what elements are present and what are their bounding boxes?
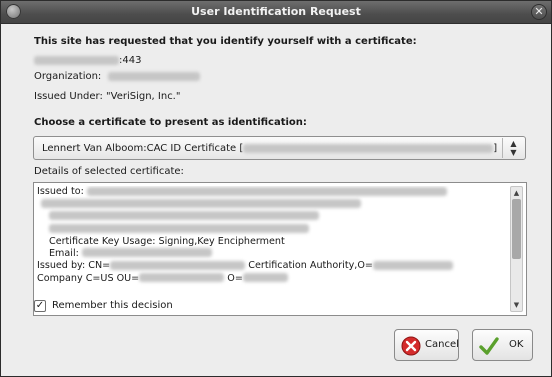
dialog-content: This site has requested that you identif… <box>1 24 551 376</box>
certificate-details-text: Issued to: Certificate Key Usage: Signin… <box>37 186 507 312</box>
certificate-name: Lennert Van Alboom:CAC ID Certificate [ <box>42 143 244 154</box>
checkmark-icon <box>479 337 499 355</box>
redacted-issuer <box>110 260 246 270</box>
cancel-label: Cancel <box>425 339 459 350</box>
ok-label: OK <box>509 339 524 350</box>
window-title: User Identification Request <box>191 5 361 18</box>
cancel-icon <box>401 336 421 356</box>
remember-decision-label[interactable]: Remember this decision <box>52 300 173 311</box>
email-label: Email: <box>49 247 79 259</box>
redacted-issuer-org <box>372 260 453 270</box>
organization-line: Organization: <box>34 71 200 82</box>
scroll-up-icon[interactable]: ▲ <box>511 187 522 199</box>
close-icon[interactable]: ✕ <box>531 4 547 20</box>
site-request-heading: This site has requested that you identif… <box>34 36 417 47</box>
chevron-updown-icon[interactable]: ▲ ▼ <box>502 138 524 158</box>
details-label: Details of selected certificate: <box>34 166 184 177</box>
site-host-line: :443 <box>34 55 141 66</box>
detail-serial <box>37 211 507 223</box>
detail-issued-by: Issued by: CN= Certification Authority,O… <box>37 260 507 272</box>
title-bar[interactable]: User Identification Request ✕ <box>1 1 551 24</box>
cancel-button[interactable]: Cancel <box>394 329 459 361</box>
ok-button[interactable]: OK <box>472 329 533 361</box>
company-label: Company C=US OU= <box>37 272 140 284</box>
detail-company: Company C=US OU= O= <box>37 273 507 285</box>
issued-under-line: Issued Under: "VeriSign, Inc." <box>34 91 181 102</box>
detail-subject-cont <box>37 198 507 210</box>
redacted-subject <box>86 186 447 196</box>
redacted-ou <box>139 273 225 283</box>
choose-certificate-heading: Choose a certificate to present as ident… <box>34 117 307 128</box>
detail-email: Email: <box>37 248 507 260</box>
details-scrollbar[interactable]: ▲ ▼ <box>510 186 523 312</box>
scrollbar-thumb[interactable] <box>512 199 521 259</box>
detail-key-usage: Certificate Key Usage: Signing,Key Encip… <box>37 236 507 248</box>
detail-issued-to: Issued to: <box>37 186 507 198</box>
certificate-bracket: ] <box>493 143 498 154</box>
key-usage-text: Certificate Key Usage: Signing,Key Encip… <box>49 235 285 247</box>
redacted-serial <box>49 211 319 221</box>
certificate-select-value: Lennert Van Alboom:CAC ID Certificate [] <box>42 143 497 154</box>
issuer-ca-text: Certification Authority,O= <box>248 260 373 272</box>
redacted-organization <box>107 71 200 81</box>
site-port: :443 <box>119 55 142 66</box>
redacted-email <box>81 248 212 258</box>
redacted-validity <box>49 223 309 233</box>
remember-decision-checkbox[interactable]: ✓ <box>34 300 46 312</box>
organization-label: Organization: <box>34 71 102 82</box>
issued-to-label: Issued to: <box>37 186 84 197</box>
redacted-certificate-id <box>243 143 494 153</box>
scroll-down-icon[interactable]: ▼ <box>511 299 522 311</box>
company-o-label: O= <box>227 272 243 284</box>
issued-by-label: Issued by: CN= <box>37 260 111 272</box>
dialog-window: User Identification Request ✕ This site … <box>0 0 552 377</box>
certificate-details-box[interactable]: Issued to: Certificate Key Usage: Signin… <box>33 182 527 316</box>
redacted-subject-cont <box>41 198 361 208</box>
redacted-company-o <box>242 273 288 283</box>
certificate-select[interactable]: Lennert Van Alboom:CAC ID Certificate []… <box>33 136 526 160</box>
detail-validity <box>37 223 507 235</box>
redacted-host <box>34 55 119 65</box>
